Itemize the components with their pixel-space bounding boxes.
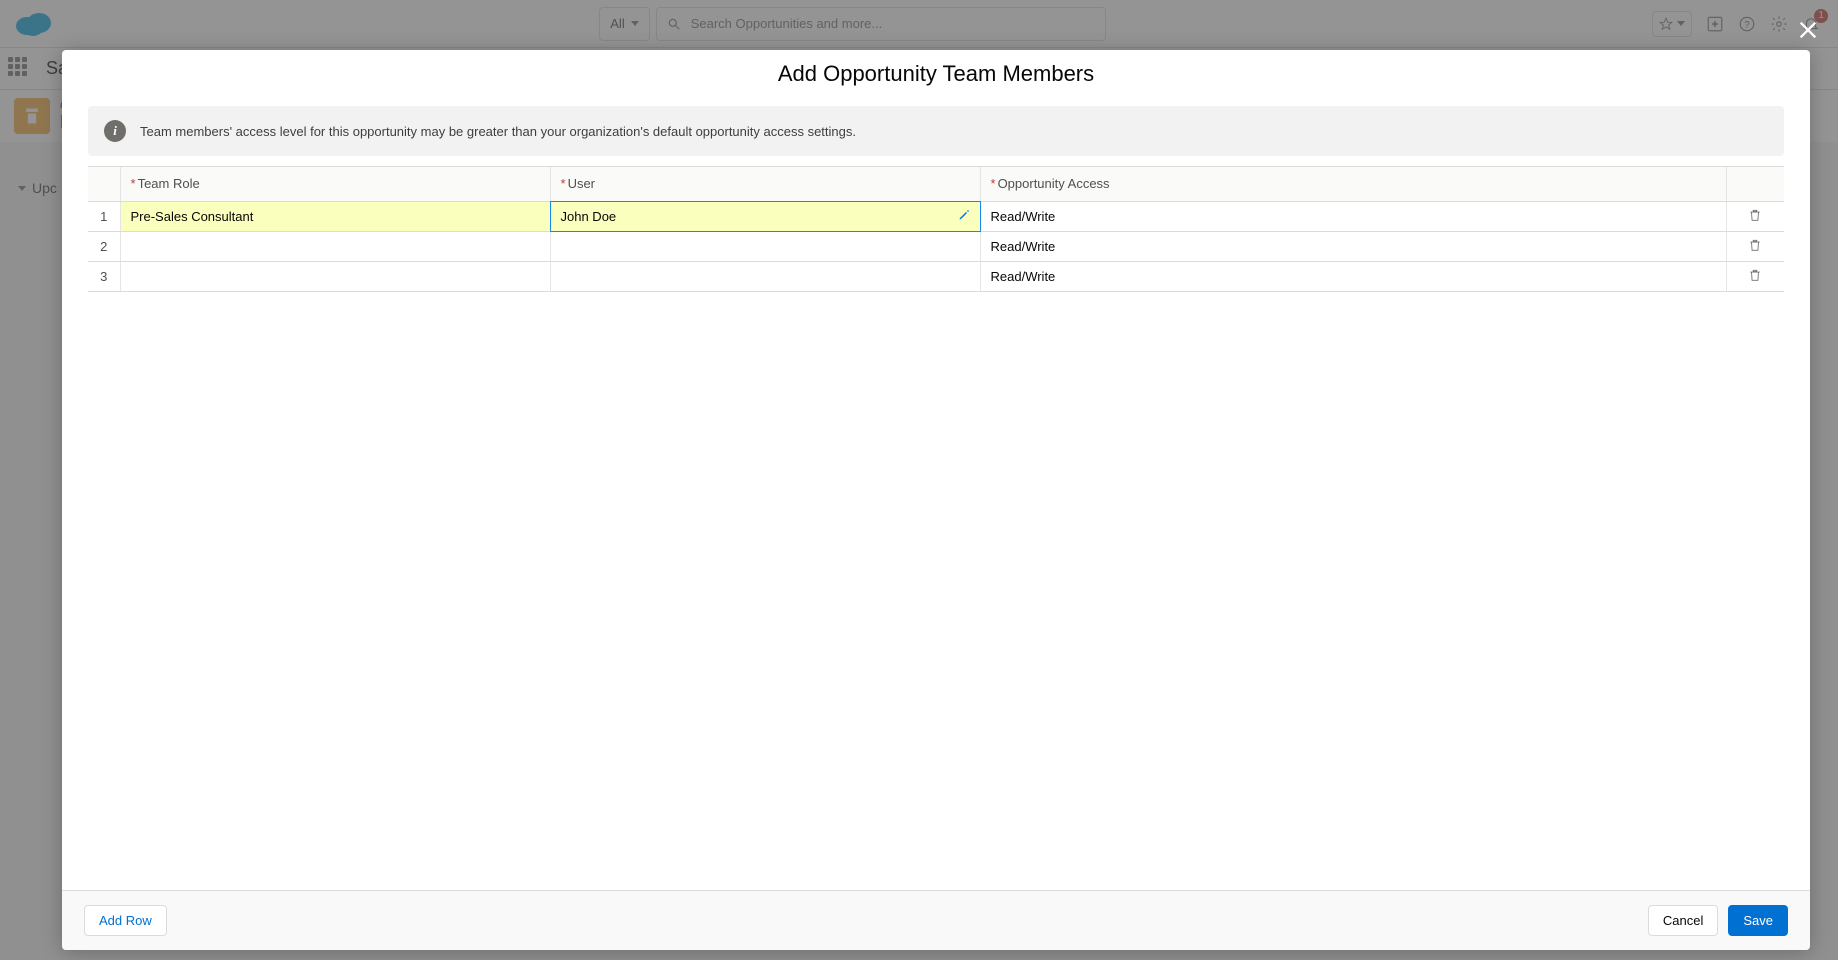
add-team-members-modal: Add Opportunity Team Members i Team memb… bbox=[62, 50, 1810, 950]
modal-close-button[interactable] bbox=[1792, 14, 1824, 46]
access-cell[interactable]: Read/Write bbox=[980, 231, 1726, 261]
col-header-team-role: Team Role bbox=[120, 167, 550, 201]
user-cell[interactable]: John Doe bbox=[550, 201, 980, 231]
access-value: Read/Write bbox=[981, 202, 1726, 231]
add-row-button[interactable]: Add Row bbox=[84, 905, 167, 936]
trash-icon bbox=[1748, 238, 1762, 252]
close-icon bbox=[1797, 19, 1819, 41]
team-role-cell[interactable] bbox=[120, 231, 550, 261]
save-button[interactable]: Save bbox=[1728, 905, 1788, 936]
team-role-cell[interactable]: Pre-Sales Consultant bbox=[120, 201, 550, 231]
team-role-value: Pre-Sales Consultant bbox=[121, 202, 550, 231]
modal-header: Add Opportunity Team Members bbox=[62, 50, 1810, 98]
team-role-cell[interactable] bbox=[120, 261, 550, 291]
modal-title: Add Opportunity Team Members bbox=[778, 61, 1094, 87]
access-value: Read/Write bbox=[981, 262, 1726, 291]
access-cell[interactable]: Read/Write bbox=[980, 261, 1726, 291]
access-cell[interactable]: Read/Write bbox=[980, 201, 1726, 231]
user-cell[interactable] bbox=[550, 231, 980, 261]
team-table-container: Team Role User Opportunity Access 1 Pre-… bbox=[88, 166, 1784, 890]
row-number: 1 bbox=[88, 201, 120, 231]
row-number: 3 bbox=[88, 261, 120, 291]
col-header-actions bbox=[1726, 167, 1784, 201]
delete-row-button[interactable] bbox=[1726, 231, 1784, 261]
delete-row-button[interactable] bbox=[1726, 201, 1784, 231]
team-members-table: Team Role User Opportunity Access 1 Pre-… bbox=[88, 167, 1784, 292]
user-value: John Doe bbox=[561, 209, 617, 224]
team-role-value bbox=[121, 262, 550, 291]
user-cell[interactable] bbox=[550, 261, 980, 291]
table-header-row: Team Role User Opportunity Access bbox=[88, 167, 1784, 201]
table-row: 3 Read/Write bbox=[88, 261, 1784, 291]
team-role-value bbox=[121, 232, 550, 261]
info-text: Team members' access level for this oppo… bbox=[140, 124, 856, 139]
user-value bbox=[551, 262, 980, 291]
info-icon: i bbox=[104, 120, 126, 142]
user-value bbox=[551, 232, 980, 261]
delete-row-button[interactable] bbox=[1726, 261, 1784, 291]
trash-icon bbox=[1748, 208, 1762, 222]
trash-icon bbox=[1748, 268, 1762, 282]
row-number: 2 bbox=[88, 231, 120, 261]
info-banner: i Team members' access level for this op… bbox=[88, 106, 1784, 156]
table-row: 1 Pre-Sales Consultant John Doe Re bbox=[88, 201, 1784, 231]
access-value: Read/Write bbox=[981, 232, 1726, 261]
col-header-access: Opportunity Access bbox=[980, 167, 1726, 201]
modal-footer: Add Row Cancel Save bbox=[62, 890, 1810, 950]
col-header-number bbox=[88, 167, 120, 201]
cancel-button[interactable]: Cancel bbox=[1648, 905, 1718, 936]
pencil-icon bbox=[958, 209, 970, 224]
col-header-user: User bbox=[550, 167, 980, 201]
table-row: 2 Read/Write bbox=[88, 231, 1784, 261]
